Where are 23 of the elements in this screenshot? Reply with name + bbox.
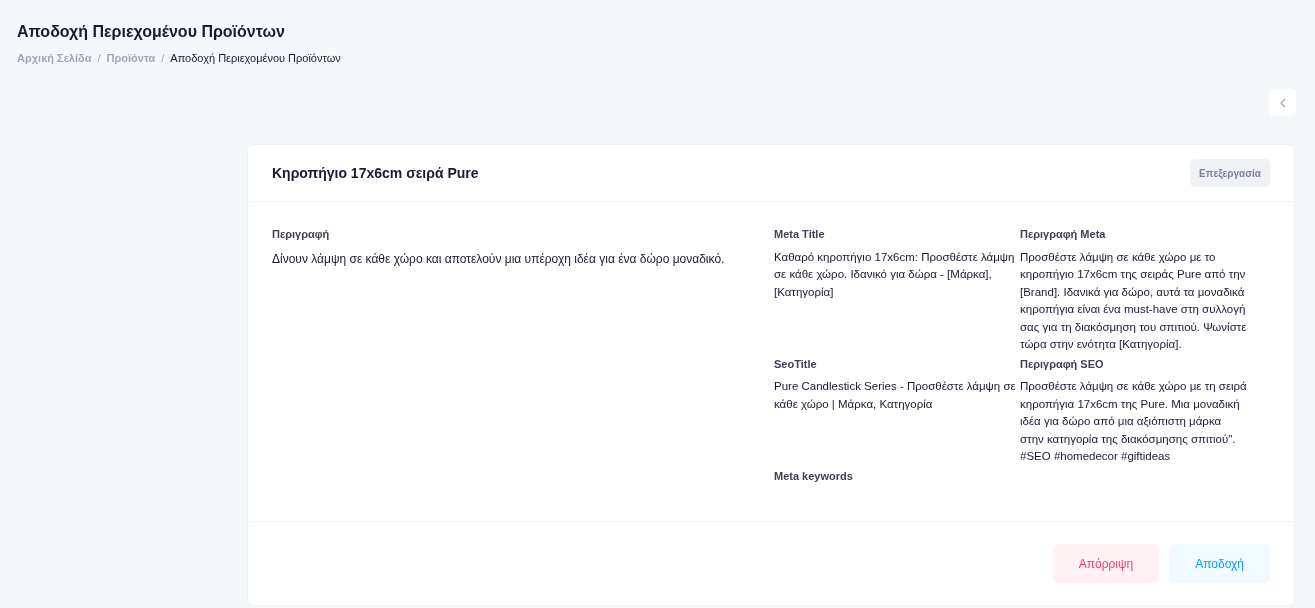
breadcrumb-separator: / <box>161 51 165 66</box>
field-label: Περιγραφή Meta <box>1020 227 1107 242</box>
field-value: Pure Candlestick Series - Προσθέστε λάμψη σε κάθε χώρο | Μάρκα, Κατηγορία <box>774 379 1016 412</box>
breadcrumb-link[interactable]: Αρχική Σελίδα <box>17 50 92 67</box>
breadcrumb-current: Αποδοχή Περιεχομένου Προϊόντων <box>170 51 341 66</box>
collapse-button[interactable] <box>1269 89 1296 116</box>
field-value: Προσθέστε λάμψη σε κάθε χώρο με το κηροπήγιο 17x6cm της σειράς Pure από την [Brand]. Ιδανικά για δώρο, αυτά τα μοναδικά κηροπήγια είναι ένα must-have στη συλλογή σας για τη διακόσμηση του σπιτιού. Ψωνίστε τώρα στην ενότητα [Κατηγορία]. <box>1020 249 1248 352</box>
breadcrumb-separator: / <box>97 51 101 66</box>
chevron-left-icon <box>1278 97 1287 108</box>
page-title: Αποδοχή Περιεχομένου Προϊόντων <box>17 22 286 42</box>
field-value: Καθαρό κηροπήγιο 17x6cm: Προσθέστε λάμψη σε κάθε χώρο. Ιδανικό για δώρα - [Μάρκα], [Κατηγορία] <box>774 249 1016 300</box>
field-label: Meta Title <box>774 227 826 242</box>
field-label: Περιγραφή <box>272 227 331 242</box>
field-label: Περιγραφή SEO <box>1020 356 1105 372</box>
field-value: Προσθέστε λάμψη σε κάθε χώρο με τη σειρά κηροπήγια 17x6cm της Pure. Μια μοναδική ιδέα για δώρο από μια αξιόπιστη μάρκα στην κατηγορία της διακόσμησης σπιτιού". #SEO #homedecor #giftideas <box>1020 379 1248 464</box>
field-value: Δίνουν λάμψη σε κάθε χώρο και αποτελούν μια υπέροχη ιδέα για ένα δώρο μοναδικό. <box>272 250 726 268</box>
edit-button[interactable]: Επεξεργασία <box>1190 159 1270 187</box>
field-label: SeoTitle <box>774 356 818 372</box>
product-title: Κηροπήγιο 17x6cm σειρά Pure <box>272 163 479 183</box>
reject-button[interactable]: Απόρριψη <box>1052 544 1160 583</box>
field-label: Meta keywords <box>774 468 854 484</box>
breadcrumb-link[interactable]: Προϊόντα <box>106 50 156 67</box>
accept-button[interactable]: Αποδοχή <box>1169 544 1270 583</box>
